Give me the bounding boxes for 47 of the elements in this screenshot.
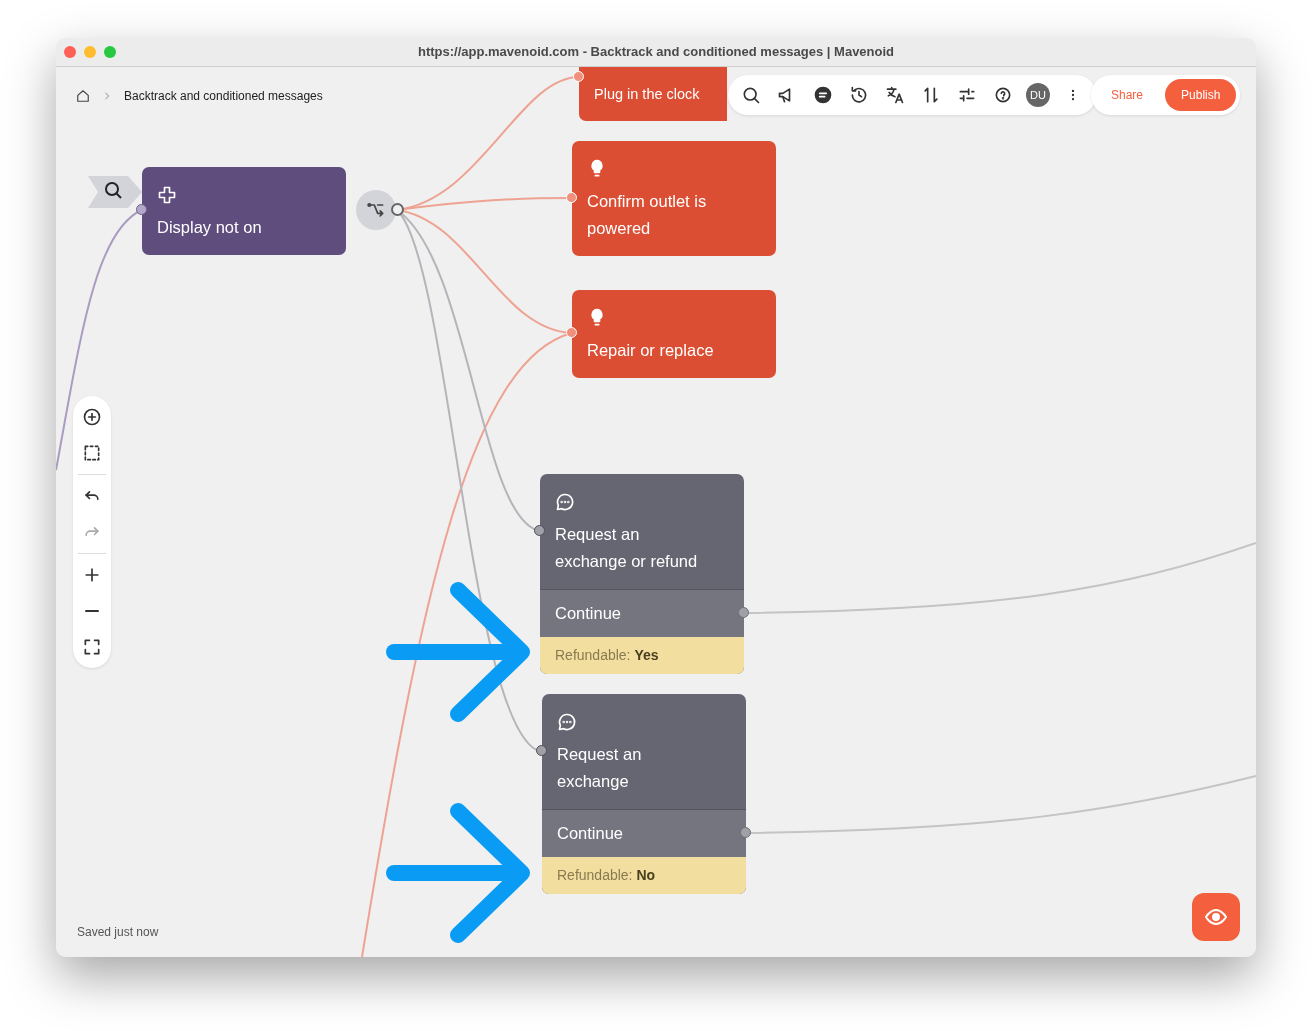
flow-node[interactable]: Repair or replace: [572, 290, 776, 378]
flow-node[interactable]: Request an exchange or refund Continue Refundable: Yes: [540, 474, 744, 674]
connection-port[interactable]: [740, 827, 751, 838]
breadcrumb-item[interactable]: Backtrack and conditioned messages: [124, 87, 323, 105]
search-icon: [741, 85, 761, 105]
save-status: Saved just now: [77, 924, 159, 941]
preview-button[interactable]: [1192, 893, 1240, 941]
help-icon: [993, 85, 1013, 105]
connection-port[interactable]: [536, 745, 547, 756]
answer-label: Continue: [557, 823, 624, 842]
plus-shape-icon: [157, 184, 177, 205]
history-icon: [849, 85, 869, 105]
close-button[interactable]: [64, 46, 76, 58]
sort-arrows-icon: [921, 85, 941, 105]
home-icon: [76, 89, 90, 103]
chat-bubble-icon: [557, 711, 577, 732]
flow-node[interactable]: Display not on: [142, 167, 346, 255]
router-node[interactable]: [356, 190, 396, 230]
translate-icon: [885, 85, 905, 105]
node-title: Plug in the clock: [594, 85, 701, 104]
node-title: Confirm outlet is powered: [587, 190, 708, 239]
flow-node[interactable]: Confirm outlet is powered: [572, 141, 776, 256]
node-title: Repair or replace: [587, 339, 715, 361]
node-title: Display not on: [157, 216, 263, 238]
search-tag-icon: [88, 176, 144, 208]
node-title: Request an exchange: [557, 743, 643, 792]
select-icon: [82, 443, 102, 463]
node-title: Request an exchange or refund: [555, 523, 699, 572]
flow-node[interactable]: Request an exchange Continue Refundable: No: [542, 694, 746, 894]
zoom-out-icon: [85, 609, 99, 613]
flow-node[interactable]: Plug in the clock: [579, 67, 727, 121]
connection-port[interactable]: [136, 204, 147, 215]
condition-label: Refundable: No: [542, 856, 746, 894]
connection-port[interactable]: [738, 607, 749, 618]
fit-screen-icon: [82, 637, 102, 657]
sliders-icon: [957, 85, 977, 105]
window-title: https://app.mavenoid.com - Backtrack and conditioned messages | Mavenoid: [417, 43, 895, 62]
user-avatar[interactable]: DU: [1026, 83, 1050, 107]
branch-icon: [366, 200, 386, 220]
publish-button[interactable]: Publish: [1165, 79, 1237, 111]
add-icon: [82, 407, 102, 427]
chevron-icon: [102, 91, 112, 101]
answer-label: Continue: [555, 603, 622, 622]
chat-bubble-icon: [555, 491, 575, 512]
chat-icon: [813, 85, 833, 105]
connection-port[interactable]: [534, 525, 545, 536]
condition-label: Refundable: Yes: [540, 636, 744, 674]
